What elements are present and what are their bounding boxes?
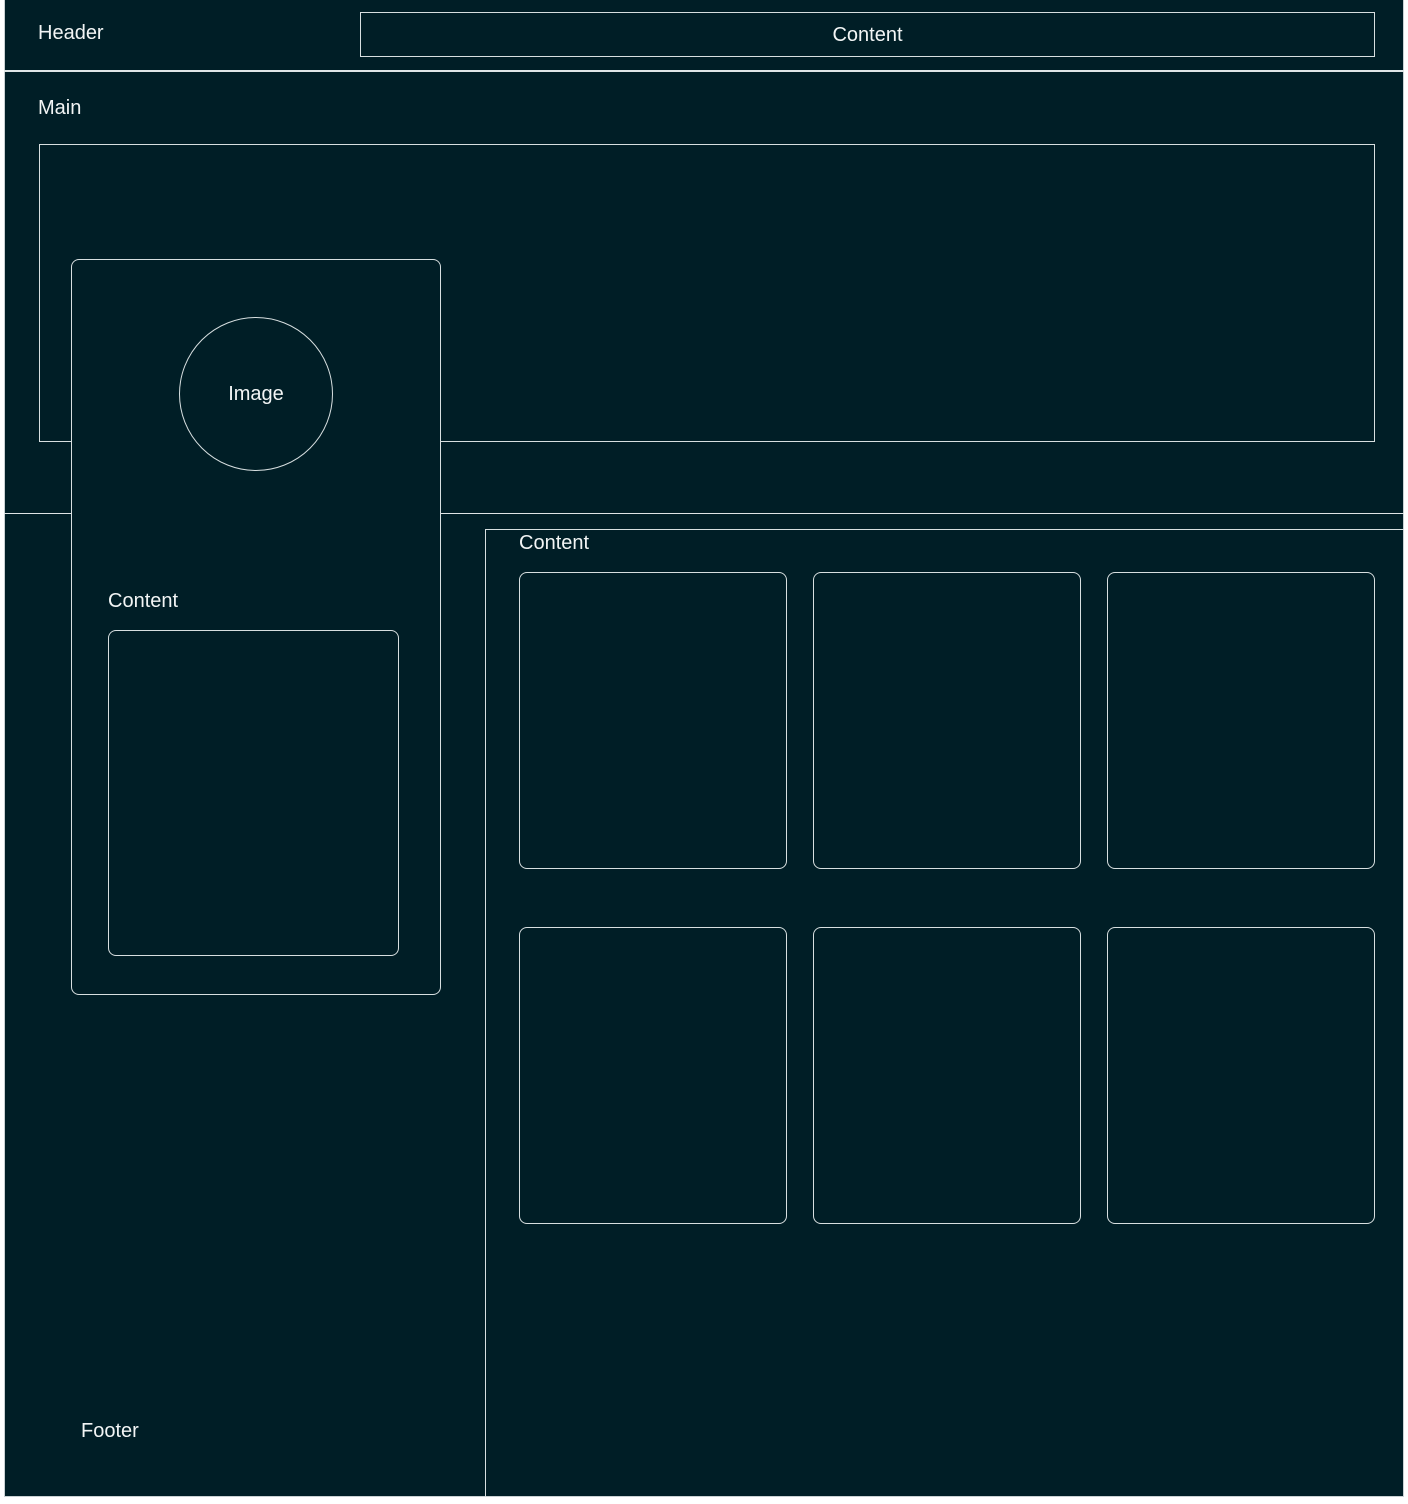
header-label: Header bbox=[38, 22, 104, 44]
content-card bbox=[519, 927, 787, 1224]
avatar-image: Image bbox=[179, 317, 333, 471]
footer-label: Footer bbox=[81, 1420, 139, 1442]
sidebar-content-box bbox=[108, 630, 399, 956]
header-content-box: Content bbox=[360, 12, 1375, 57]
main-label: Main bbox=[38, 97, 82, 119]
content-card bbox=[519, 572, 787, 869]
content-card bbox=[813, 572, 1081, 869]
content-card bbox=[813, 927, 1081, 1224]
avatar-image-label: Image bbox=[228, 383, 284, 405]
sidebar-content-label: Content bbox=[108, 590, 179, 612]
content-panel-label: Content bbox=[519, 532, 590, 554]
header-content-label: Content bbox=[832, 23, 903, 46]
content-card bbox=[1107, 572, 1375, 869]
content-card bbox=[1107, 927, 1375, 1224]
